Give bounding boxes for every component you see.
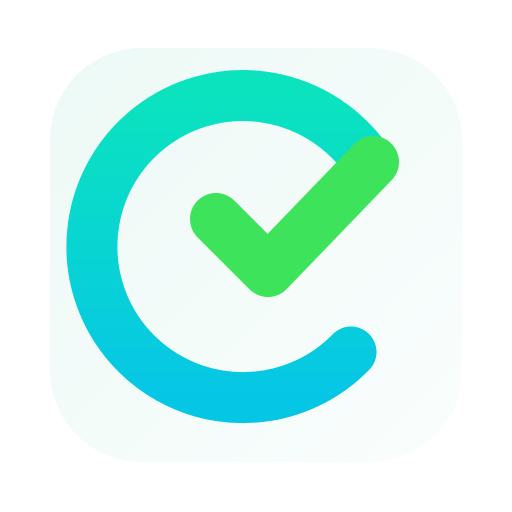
- app-icon-stage: [0, 0, 512, 512]
- checkmark-e-logo-icon: [50, 48, 462, 462]
